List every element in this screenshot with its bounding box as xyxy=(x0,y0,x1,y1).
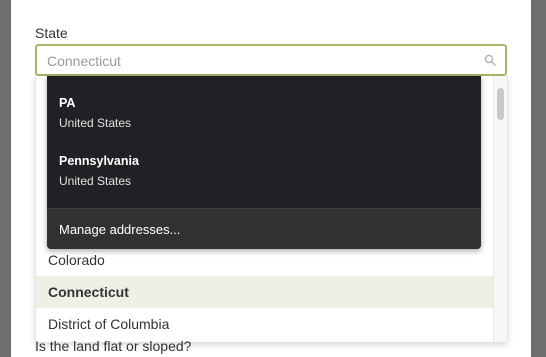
scrollbar-thumb[interactable] xyxy=(497,88,504,120)
search-icon xyxy=(484,54,496,66)
state-input-placeholder: Connecticut xyxy=(47,53,121,69)
state-option-connecticut[interactable]: Connecticut xyxy=(36,276,494,308)
options-scrollbar[interactable] xyxy=(493,76,507,342)
manage-addresses-label: Manage addresses... xyxy=(59,222,181,237)
autofill-suggestion-subtitle: United States xyxy=(59,174,132,188)
autofill-suggestion-pa[interactable]: PA United States xyxy=(59,96,131,130)
autofill-suggestion-subtitle: United States xyxy=(59,116,132,130)
autofill-suggestion-title: PA xyxy=(59,96,76,110)
state-option-district-of-columbia[interactable]: District of Columbia xyxy=(36,308,494,340)
autofill-suggestion-title: Pennsylvania xyxy=(59,154,139,168)
autofill-suggestion-pennsylvania[interactable]: Pennsylvania United States xyxy=(59,154,139,188)
land-slope-question-label: Is the land flat or sloped? xyxy=(35,338,192,354)
state-field-label: State xyxy=(35,25,68,41)
manage-addresses-item[interactable]: Manage addresses... xyxy=(47,208,481,249)
state-combobox-input[interactable]: Connecticut xyxy=(35,44,507,76)
autofill-popup: PA United States Pennsylvania United Sta… xyxy=(47,76,481,249)
